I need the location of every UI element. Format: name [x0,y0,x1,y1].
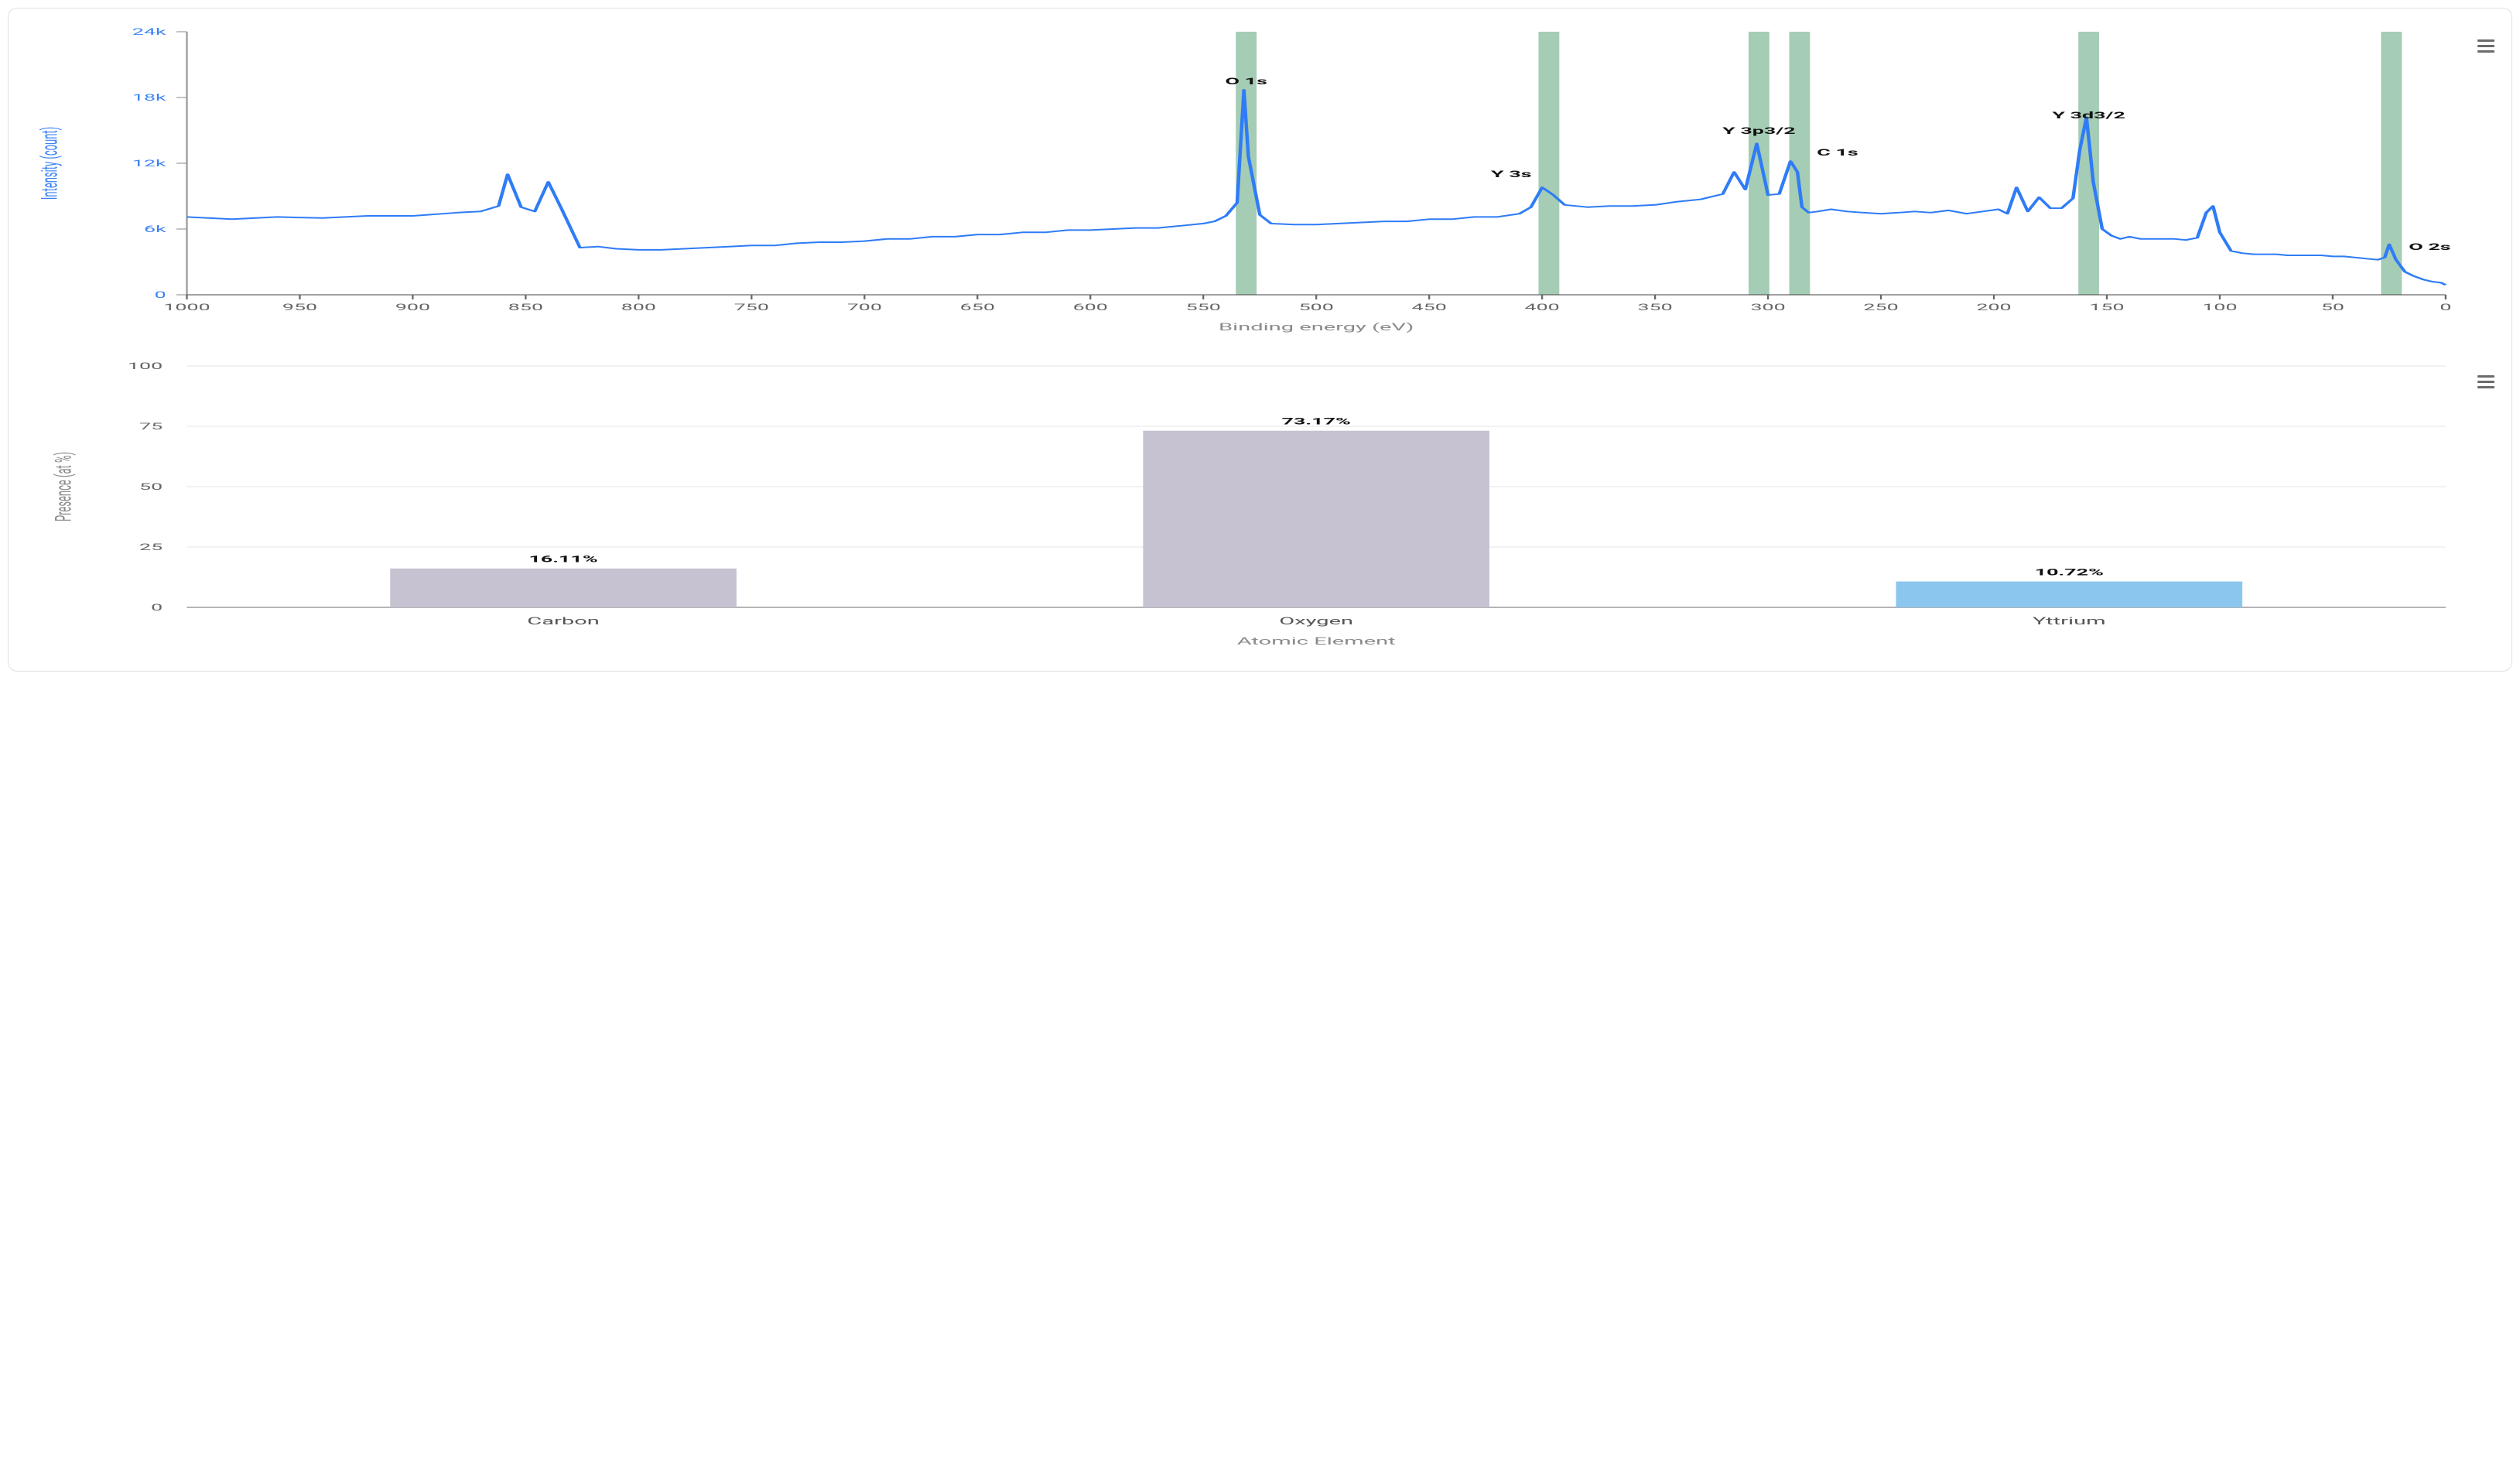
x-tick-label: 950 [282,303,317,313]
x-tick-label: 800 [621,303,656,313]
peak-label: O 2s [2409,242,2450,253]
x-tick-label: 650 [960,303,995,313]
peak-band [1538,32,1559,295]
bar [1896,582,2243,607]
category-label: Carbon [527,615,600,627]
y-tick-label: 75 [139,422,162,433]
peak-band [2078,32,2099,295]
y-tick-label: 18k [132,93,166,104]
x-tick-label: 550 [1186,303,1221,313]
hamburger-menu-icon[interactable] [2477,375,2494,388]
peak-label: Y 3s [1491,169,1531,180]
y-tick-label: 6k [144,224,166,235]
hamburger-menu-icon[interactable] [2477,39,2494,53]
peak-label: O 1s [1226,77,1267,87]
y-tick-label: 100 [128,361,162,372]
y-tick-label: 0 [155,290,166,301]
bar-chart-container: 0 25 50 75 100 16.11% Carbon 73.17% Oxygen 10.72%… [22,358,2498,652]
category-label: Oxygen [1279,615,1353,627]
x-tick-label: 400 [1525,303,1560,313]
spectrum-chart-container: 06k12k18k24k1000950900850800750700650600… [22,22,2498,340]
x-tick-label: 600 [1073,303,1108,313]
peak-label: Y 3d3/2 [2052,111,2125,121]
x-tick-label: 1000 [163,303,210,313]
x-tick-label: 150 [2089,303,2124,313]
peak-label: Y 3p3/2 [1722,126,1796,137]
x-tick-label: 900 [395,303,430,313]
x-tick-label: 0 [2440,303,2451,313]
bar-value-label: 16.11% [528,554,597,565]
spectrum-chart: 06k12k18k24k1000950900850800750700650600… [22,22,2498,340]
x-tick-label: 700 [847,303,882,313]
y-tick-label: 25 [139,542,162,553]
y-tick-label: 0 [151,603,162,614]
y-tick-label: 24k [132,27,166,38]
bar [1143,431,1489,607]
y-tick-label: 50 [139,482,162,493]
y-axis-label: Intensity (count) [37,127,63,200]
x-tick-label: 850 [508,303,543,313]
bar-value-label: 10.72% [2035,567,2104,578]
category-label: Yttrium [2033,615,2106,627]
x-tick-label: 750 [734,303,769,313]
x-tick-label: 250 [1863,303,1898,313]
y-axis-label: Presence (at %) [51,452,77,521]
y-tick-label: 12k [132,159,166,169]
x-tick-label: 350 [1637,303,1672,313]
x-axis-label: Binding energy (eV) [1219,321,1414,333]
x-tick-label: 500 [1299,303,1334,313]
x-tick-label: 200 [1976,303,2011,313]
x-axis-label: Atomic Element [1237,635,1396,647]
bar-value-label: 73.17% [1282,416,1351,427]
x-tick-label: 300 [1750,303,1785,313]
x-tick-label: 100 [2202,303,2237,313]
presence-bar-chart: 0 25 50 75 100 16.11% Carbon 73.17% Oxygen 10.72%… [22,358,2498,652]
x-tick-label: 50 [2321,303,2344,313]
charts-panel: 06k12k18k24k1000950900850800750700650600… [8,8,2512,672]
bar [390,569,737,607]
peak-label: C 1s [1817,148,1858,159]
x-tick-label: 450 [1412,303,1447,313]
